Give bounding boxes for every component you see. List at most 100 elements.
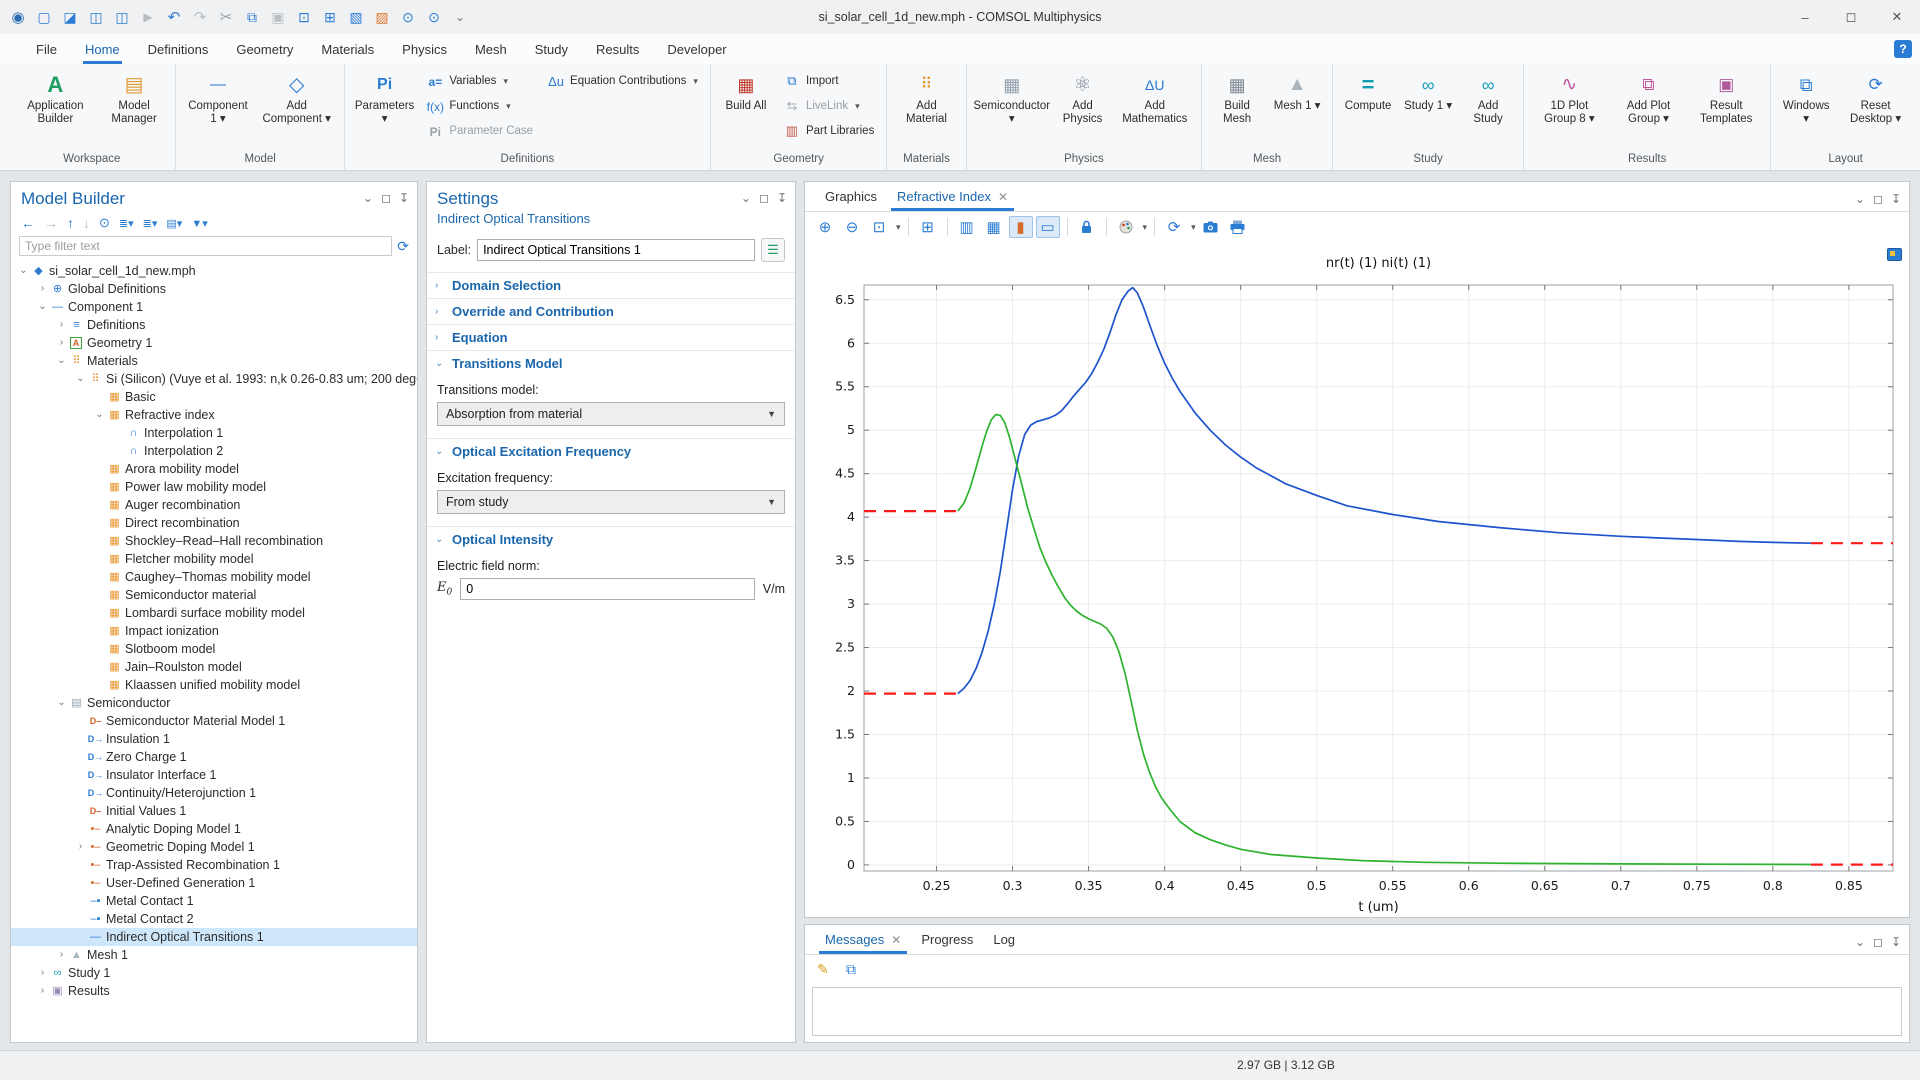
tree-item-semiconductor[interactable]: ⌄▤Semiconductor [11,694,417,712]
qat-new-file-button[interactable]: ▢ [32,5,56,29]
transitions-model-select[interactable]: Absorption from material▼ [437,402,785,426]
menu-item-geometry[interactable]: Geometry [222,34,307,64]
tree-item-metal-contact-2[interactable]: –▪Metal Contact 2 [11,910,417,928]
menu-item-materials[interactable]: Materials [307,34,388,64]
ribbon-add-material-button[interactable]: ⠿Add Material [893,68,959,128]
menu-item-mesh[interactable]: Mesh [461,34,521,64]
tree-item-lombardi-surface-mobility-model[interactable]: ▦Lombardi surface mobility model [11,604,417,622]
lock-axes-button[interactable] [1075,216,1099,238]
menu-item-developer[interactable]: Developer [653,34,740,64]
tree-item-power-law-mobility-model[interactable]: ▦Power law mobility model [11,478,417,496]
tree-item-auger-recombination[interactable]: ▦Auger recombination [11,496,417,514]
ribbon-component-1-button[interactable]: ―Component 1 ▾ [182,68,253,128]
float-panel-icon[interactable]: ◻ [1873,935,1883,949]
ribbon-study-1-button[interactable]: ∞Study 1 ▾ [1399,68,1457,115]
zoom-in-button[interactable]: ⊕ [813,216,837,238]
messages-tab-log[interactable]: Log [983,925,1025,954]
tree-item-zero-charge-1[interactable]: D→Zero Charge 1 [11,748,417,766]
section-header-equation[interactable]: ›Equation [427,324,795,350]
section-header-domain-selection[interactable]: ›Domain Selection [427,272,795,298]
color-palette-button[interactable] [1114,216,1138,238]
tree-item-impact-ionization[interactable]: ▦Impact ionization [11,622,417,640]
ribbon-result-templates-button[interactable]: ▣Result Templates [1688,68,1764,128]
tree-item-geometric-doping-model-1[interactable]: ›•–Geometric Doping Model 1 [11,838,417,856]
tree-item-trap-assisted-recombination-1[interactable]: •–Trap-Assisted Recombination 1 [11,856,417,874]
ribbon-import-button[interactable]: ⧉Import [777,70,880,92]
dropdown-caret-icon[interactable]: ▾ [1143,222,1148,233]
expand-arrow-icon[interactable]: › [36,280,49,298]
qat-redo-button[interactable]: ↷ [188,5,212,29]
tree-item-component-1[interactable]: ⌄―Component 1 [11,298,417,316]
tree-item-continuity-heterojunction-1[interactable]: D→Continuity/Heterojunction 1 [11,784,417,802]
move-down-button[interactable]: ↓ [83,215,90,231]
ribbon-functions-button[interactable]: f(x)Functions▾ [420,95,539,117]
dropdown-caret-icon[interactable]: ▾ [1191,222,1196,233]
maximize-button[interactable]: ◻ [1828,0,1874,34]
ribbon-model-manager-button[interactable]: ▤Model Manager [99,68,170,128]
show-button[interactable]: ⊙ [99,215,110,231]
tree-item-analytic-doping-model-1[interactable]: •–Analytic Doping Model 1 [11,820,417,838]
tree-item-initial-values-1[interactable]: D–Initial Values 1 [11,802,417,820]
tree-item-indirect-optical-transitions-1[interactable]: ―Indirect Optical Transitions 1 [11,928,417,946]
ribbon-add-physics-button[interactable]: ⚛Add Physics [1053,68,1113,128]
ribbon-add-mathematics-button[interactable]: ΔUAdd Mathematics [1114,68,1195,128]
filter-refresh-icon[interactable]: ⟳ [397,238,409,255]
ribbon-variables-button[interactable]: a=Variables▾ [420,70,539,92]
plot-canvas[interactable]: 0.250.30.350.40.450.50.550.60.650.70.750… [805,243,1909,917]
tree-item-interpolation-2[interactable]: ∩Interpolation 2 [11,442,417,460]
tree-item-interpolation-1[interactable]: ∩Interpolation 1 [11,424,417,442]
label-field-input[interactable] [477,239,755,261]
ribbon-equation-contributions-button[interactable]: ΔuEquation Contributions▾ [541,70,704,92]
qat-delete-button[interactable]: ⊞ [318,5,342,29]
section-header-override-and-contribution[interactable]: ›Override and Contribution [427,298,795,324]
menu-item-home[interactable]: Home [71,34,134,64]
pin-panel-icon[interactable]: ↧ [777,191,787,205]
tree-item-klaassen-unified-mobility-model[interactable]: ▦Klaassen unified mobility model [11,676,417,694]
qat-search-button[interactable]: ⊙ [396,5,420,29]
panel-menu-icon[interactable]: ⌄ [1855,935,1865,949]
ribbon-1d-plot-group-8-button[interactable]: ∿1D Plot Group 8 ▾ [1530,68,1609,128]
tree-item-mesh-1[interactable]: ›▲Mesh 1 [11,946,417,964]
expand-arrow-icon[interactable]: › [55,334,68,352]
messages-tab-progress[interactable]: Progress [911,925,983,954]
go-back-button[interactable]: ← [21,215,35,231]
ribbon-windows-button[interactable]: ⧉Windows ▾ [1777,68,1835,128]
ribbon-add-plot-group-button[interactable]: ⧉Add Plot Group ▾ [1611,68,1687,128]
tree-item-user-defined-generation-1[interactable]: •–User-Defined Generation 1 [11,874,417,892]
panel-menu-icon[interactable]: ⌄ [1855,192,1865,206]
pin-panel-icon[interactable]: ↧ [399,191,409,205]
menu-item-study[interactable]: Study [521,34,582,64]
dropdown-caret-icon[interactable]: ▾ [896,222,901,233]
ribbon-parameter-case-button[interactable]: PiParameter Case [420,120,539,142]
expand-arrow-icon[interactable]: › [55,316,68,334]
zoom-extents-button[interactable]: ⊞ [916,216,940,238]
qat-clear-selection-button[interactable]: ▨ [370,5,394,29]
close-tab-icon[interactable]: ✕ [998,190,1008,204]
tree-item-caughey-thomas-mobility-model[interactable]: ▦Caughey–Thomas mobility model [11,568,417,586]
tree-item-direct-recombination[interactable]: ▦Direct recombination [11,514,417,532]
qat-search-settings-button[interactable]: ⊙ [422,5,446,29]
node-text-button[interactable]: ▤▾ [166,217,182,230]
collapse-arrow-icon[interactable]: ⌄ [55,694,68,712]
menu-item-physics[interactable]: Physics [388,34,461,64]
excitation-frequency-select[interactable]: From study▼ [437,490,785,514]
tree-item-arora-mobility-model[interactable]: ▦Arora mobility model [11,460,417,478]
pin-panel-icon[interactable]: ↧ [1891,935,1901,949]
close-tab-icon[interactable]: ✕ [891,933,901,947]
ribbon-semiconductor-button[interactable]: ▦Semiconductor ▾ [973,68,1051,128]
menu-item-file[interactable]: File [22,34,71,64]
electric-field-norm-input[interactable] [460,578,755,600]
tree-item-materials[interactable]: ⌄⠿Materials [11,352,417,370]
ribbon-part-libraries-button[interactable]: ▥Part Libraries [777,120,880,142]
pin-panel-icon[interactable]: ↧ [1891,192,1901,206]
collapse-arrow-icon[interactable]: ⌄ [55,352,68,370]
ribbon-application-builder-button[interactable]: AApplication Builder [14,68,97,128]
move-up-button[interactable]: ↑ [67,215,74,231]
qat-run-button[interactable]: ▶ [136,5,160,29]
float-panel-icon[interactable]: ◻ [1873,192,1883,206]
ribbon-build-all-button[interactable]: ▦Build All [717,68,775,115]
graphics-tab-refractive-index[interactable]: Refractive Index✕ [887,182,1018,211]
tree-filter-input[interactable] [19,236,392,256]
annotations-button[interactable]: ▭ [1036,216,1060,238]
tree-item-basic[interactable]: ▦Basic [11,388,417,406]
